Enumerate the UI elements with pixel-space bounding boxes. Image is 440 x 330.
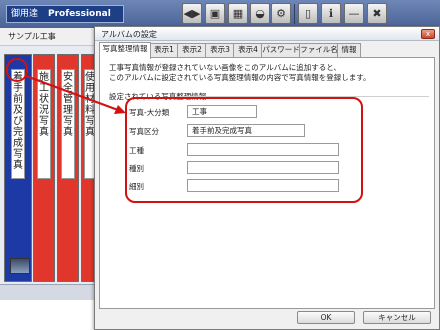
close-icon[interactable]: ✖ — [367, 3, 387, 24]
description-line-2: このアルバムに設定されている写真整理情報の内容で写真情報を登録します。 — [109, 73, 371, 82]
toolbar-separator — [294, 4, 295, 24]
binder-label: 安全管理写真 — [61, 69, 75, 179]
project-name: サンプル工事 — [8, 32, 56, 41]
annotation-ring — [6, 58, 28, 82]
photo-export-icon[interactable]: ◒ — [250, 3, 270, 24]
app-edition: Professional — [48, 9, 111, 19]
minimize-icon[interactable]: — — [344, 3, 364, 24]
exit-door-icon[interactable]: ▯ — [298, 3, 318, 24]
dialog-title: アルバムの設定 — [101, 30, 157, 39]
photo-settings-icon[interactable]: ▦ — [228, 3, 248, 24]
tab-display-3[interactable]: 表示3 — [205, 43, 235, 58]
binder-label: 施工状況写真 — [37, 69, 51, 179]
binder-thumbnail — [10, 258, 30, 274]
shelf-base — [0, 284, 96, 300]
import-photo-icon[interactable]: ▣ — [205, 3, 225, 24]
description-line-1: 工事写真情報が登録されていない画像をこのアルバムに追加すると、 — [109, 63, 341, 72]
back-forward-icon[interactable]: ◀▶ — [182, 3, 202, 24]
tab-file-name[interactable]: ファイル名 — [299, 43, 339, 58]
tab-display-1[interactable]: 表示1 — [149, 43, 179, 58]
info-icon[interactable]: ℹ — [321, 3, 341, 24]
app-title: 御用達 — [11, 9, 39, 19]
tab-display-4[interactable]: 表示4 — [233, 43, 263, 58]
tab-photo-info[interactable]: 写真整理情報 — [99, 42, 151, 59]
album-settings-dialog: アルバムの設定 x 写真整理情報 表示1 表示2 表示3 表示4 パスワード フ… — [94, 26, 440, 330]
description: 工事写真情報が登録されていない画像をこのアルバムに追加すると、 このアルバムに設… — [109, 63, 429, 83]
cancel-button[interactable]: キャンセル — [363, 311, 431, 324]
binder-2[interactable]: 安全管理写真 — [57, 54, 79, 282]
tab-password[interactable]: パスワード — [261, 43, 301, 58]
annotation-box — [125, 97, 363, 203]
binder-0[interactable]: 着手前及び完成写真 — [4, 54, 32, 282]
binder-label: 着手前及び完成写真 — [11, 69, 25, 179]
tab-info[interactable]: 情報 — [337, 43, 361, 58]
ok-button[interactable]: OK — [297, 311, 355, 324]
dialog-close-icon[interactable]: x — [421, 29, 435, 39]
binder-1[interactable]: 施工状況写真 — [33, 54, 55, 282]
gear-icon[interactable]: ⚙ — [271, 3, 291, 24]
tab-display-2[interactable]: 表示2 — [177, 43, 207, 58]
app-title-box: 御用達 Professional — [6, 5, 124, 23]
